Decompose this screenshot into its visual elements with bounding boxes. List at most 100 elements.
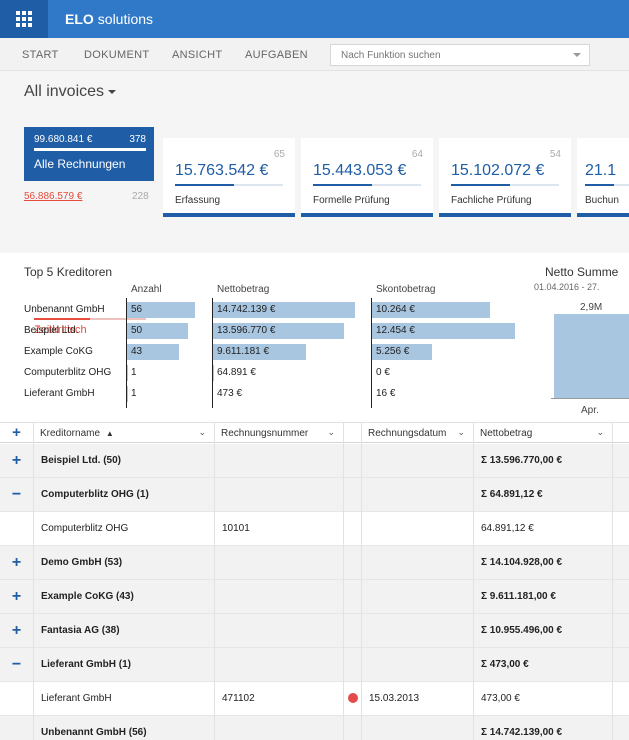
header-flag [343,423,361,444]
value-anzahl: 1 [131,367,137,378]
collapse-icon[interactable]: − [0,478,33,512]
cell-kreditorname: Lieferant GmbH (1) [33,648,214,682]
cell-kreditorname: Lieferant GmbH [33,682,214,716]
cell-kreditorname: Demo GmbH (53) [33,546,214,580]
expand-icon[interactable]: + [0,614,33,648]
cell-nettobetrag: Σ 473,00 € [473,648,612,682]
netto-summe-bar[interactable] [554,314,629,398]
bar-anzahl[interactable] [127,365,128,381]
cell-rechnungsdatum [361,614,473,648]
cell-rechnungsnummer: 471102 [214,682,343,716]
header-nettobetrag[interactable]: Nettobetrag ⌄ [473,423,612,444]
row-spacer [0,512,33,546]
menu-ansicht[interactable]: ANSICHT [172,49,222,61]
header-kreditorname[interactable]: Kreditorname ▲ ⌄ [33,423,214,444]
cell-nettobetrag: Σ 14.742.139,00 € [473,716,612,740]
menu-start[interactable]: START [22,49,59,61]
card-all-invoices[interactable]: 99.680.841 € 378 Alle Rechnungen [24,127,154,228]
function-search-input[interactable] [331,45,551,65]
cell-rechnungsdatum: 15.03.2013 [361,682,473,716]
card-progress [175,184,283,186]
cell-next-column [612,512,629,546]
cell-kreditorname: Unbenannt GmbH (56) [33,716,214,740]
header-rechnungsnummer[interactable]: Rechnungsnummer ⌄ [214,423,343,444]
table-row[interactable]: Computerblitz OHG 10101 64.891,12 € [0,512,629,546]
chevron-down-icon[interactable]: ⌄ [457,427,465,438]
cell-nettobetrag: 64.891,12 € [473,512,612,546]
app-grid-icon[interactable] [0,0,48,38]
chevron-down-icon[interactable]: ⌄ [198,427,206,438]
menu-dokument[interactable]: DOKUMENT [84,49,149,61]
expand-icon[interactable]: + [0,580,33,614]
value-anzahl: 56 [131,304,143,315]
view-bar: All invoices [0,71,629,113]
card-fachliche-pruefung[interactable]: 54 15.102.072 € Fachliche Prüfung [439,138,571,217]
bar-netto[interactable] [213,365,214,381]
grid-header: + Kreditorname ▲ ⌄ Rechnungsnummer ⌄ Rec… [0,422,629,444]
cell-next-column [612,580,629,614]
bar-anzahl[interactable] [127,386,128,402]
chevron-down-icon[interactable] [573,53,581,57]
cell-nettobetrag: Σ 9.611.181,00 € [473,580,612,614]
card-count: 65 [273,149,285,160]
kreditor-label: Beispiel Ltd. [24,325,79,336]
card-amount: 15.443.053 € [313,162,407,179]
value-netto: 14.742.139 € [217,304,276,315]
value-skonto: 12.454 € [376,325,415,336]
expand-icon[interactable]: + [0,546,33,580]
card-buchung[interactable]: 21.1 Buchun [577,138,629,217]
card-count: 378 [129,134,146,145]
card-progress [34,148,146,151]
value-netto: 9.611.181 € [217,346,270,357]
value-skonto: 5.256 € [376,346,410,357]
card-formelle-pruefung[interactable]: 64 15.443.053 € Formelle Prüfung [301,138,433,217]
cell-rechnungsnummer [214,580,343,614]
netto-summe-axis [551,398,629,399]
critical-amount[interactable]: 56.886.579 € [24,191,82,202]
card-erfassung[interactable]: 65 15.763.542 € Erfassung [163,138,295,217]
value-anzahl: 1 [131,388,137,399]
value-skonto: 10.264 € [376,304,415,315]
value-anzahl: 50 [131,325,143,336]
value-skonto: 16 € [376,388,396,399]
col-nettobetrag: Nettobetrag [217,284,270,295]
value-netto: 13.596.770 € [217,325,276,336]
chevron-down-icon[interactable]: ⌄ [596,427,604,438]
view-selector[interactable]: All invoices [24,83,117,101]
row-spacer [0,682,33,716]
kreditor-label: Unbenannt GmbH [24,304,105,315]
menu-aufgaben[interactable]: AUFGABEN [245,49,308,61]
table-row[interactable]: Lieferant GmbH 471102 15.03.2013 473,00 € [0,682,629,716]
cell-nettobetrag: Σ 14.104.928,00 € [473,546,612,580]
group-row[interactable]: + Fantasia AG (38) Σ 10.955.496,00 € [0,614,629,648]
group-row[interactable]: + Example CoKG (43) Σ 9.611.181,00 € [0,580,629,614]
cell-next-column [612,648,629,682]
expand-icon[interactable]: + [0,444,33,478]
kreditor-label: Example CoKG [24,346,93,357]
menu-bar: START DOKUMENT ANSICHT AUFGABEN [0,38,629,71]
cell-rechnungsnummer [214,444,343,478]
group-row[interactable]: − Lieferant GmbH (1) Σ 473,00 € [0,648,629,682]
card-progress [313,184,421,186]
card-critical[interactable] [24,181,154,228]
sort-asc-icon: ▲ [105,429,114,438]
group-row[interactable]: + Demo GmbH (53) Σ 14.104.928,00 € [0,546,629,580]
card-count: 54 [549,149,561,160]
chevron-down-icon[interactable]: ⌄ [327,427,335,438]
group-row[interactable]: + Beispiel Ltd. (50) Σ 13.596.770,00 € [0,444,629,478]
cell-flag [343,546,361,580]
cell-rechnungsdatum [361,546,473,580]
cell-rechnungsdatum [361,580,473,614]
card-label: Alle Rechnungen [34,157,126,171]
card-label: Buchun [585,195,619,206]
header-rechnungsdatum[interactable]: Rechnungsdatum ⌄ [361,423,473,444]
group-row[interactable]: − Computerblitz OHG (1) Σ 64.891,12 € [0,478,629,512]
collapse-icon[interactable]: − [0,648,33,682]
cell-flag [343,648,361,682]
value-netto: 473 € [217,388,243,399]
card-label: Erfassung [175,195,221,206]
netto-summe-title: Netto Summe [545,265,619,279]
expand-all-icon[interactable]: + [0,423,33,444]
group-row[interactable]: Unbenannt GmbH (56) Σ 14.742.139,00 € [0,716,629,740]
cell-flag [343,580,361,614]
